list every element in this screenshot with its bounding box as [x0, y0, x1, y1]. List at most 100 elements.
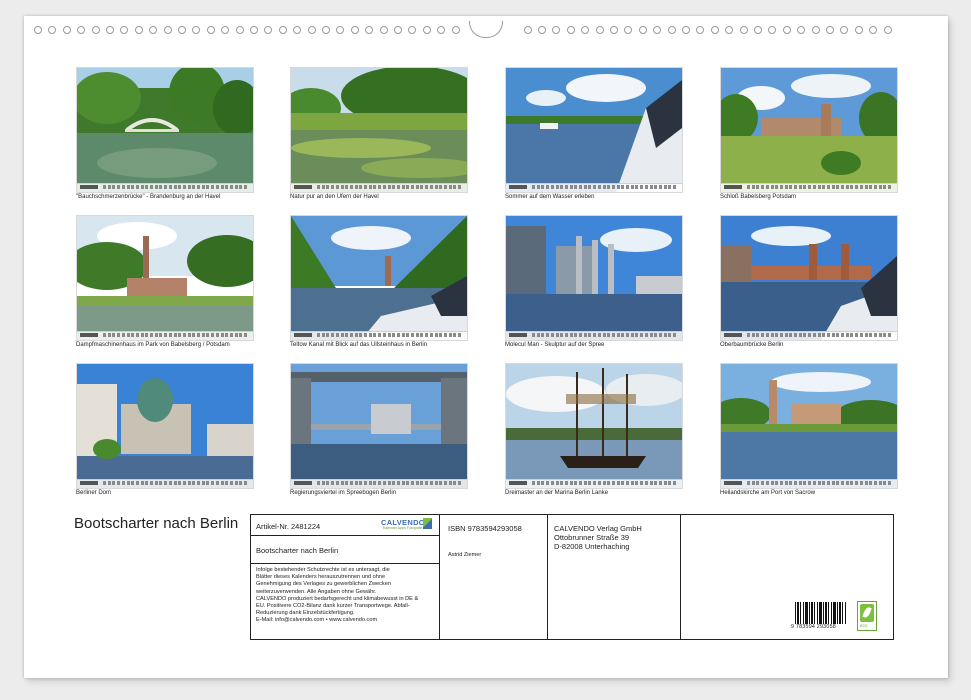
- calendar-day-mark: [117, 185, 121, 189]
- calendar-day-mark: [387, 185, 391, 189]
- calendar-day-mark: [215, 333, 219, 337]
- calendar-day-mark: [864, 481, 868, 485]
- calendar-day-mark: [326, 185, 330, 189]
- calendar-day-mark: [564, 333, 568, 337]
- calendar-day-mark: [775, 185, 779, 189]
- calendar-day-strip: [721, 331, 897, 340]
- calendar-day-mark: [458, 481, 461, 485]
- eco-label: eco: [860, 623, 868, 628]
- calendar-day-mark: [770, 185, 774, 189]
- calendar-day-mark: [415, 481, 419, 485]
- calendar-day-mark: [803, 185, 807, 189]
- calendar-day-mark: [541, 333, 545, 337]
- binding-hole: [62, 26, 71, 34]
- calendar-day-mark: [150, 481, 153, 485]
- calendar-day-mark: [182, 333, 186, 337]
- calendar-day-mark: [747, 481, 750, 485]
- calendar-day-mark: [536, 333, 540, 337]
- calendar-day-mark: [845, 481, 849, 485]
- binding-hole: [192, 26, 201, 34]
- calendar-day-mark: [532, 185, 535, 189]
- calendar-day-mark: [569, 333, 573, 337]
- binding-hole: [34, 26, 42, 34]
- calendar-day-mark: [234, 481, 238, 485]
- calendar-day-mark: [635, 481, 639, 485]
- calendar-day-mark: [131, 481, 135, 485]
- calendar-day-mark: [607, 185, 611, 189]
- text-line: Genehmigung des Verlages zu gewerblichen…: [256, 581, 391, 588]
- binding-hole: [278, 26, 287, 34]
- calendar-day-mark: [364, 185, 367, 189]
- calendar-day-mark: [630, 185, 634, 189]
- calendar-day-mark: [145, 333, 149, 337]
- binding-hole: [120, 26, 129, 34]
- calendar-day-mark: [335, 333, 339, 337]
- calendar-day-mark: [663, 481, 667, 485]
- calendar-day-mark: [317, 333, 320, 337]
- calendar-day-mark: [201, 185, 205, 189]
- calendar-day-mark: [458, 185, 461, 189]
- calendar-day-mark: [168, 481, 172, 485]
- calendar-day-mark: [873, 481, 877, 485]
- calendar-day-strip: [721, 183, 897, 192]
- calendar-day-mark: [239, 481, 243, 485]
- calendar-day-mark: [616, 333, 620, 337]
- calendar-day-mark: [817, 185, 821, 189]
- calendar-day-mark: [649, 185, 653, 189]
- calendar-day-mark: [756, 333, 760, 337]
- calendar-day-mark: [597, 481, 601, 485]
- calendar-day-mark: [668, 333, 672, 337]
- calendar-day-mark: [658, 481, 662, 485]
- calendar-day-mark: [349, 481, 353, 485]
- calendar-day-mark: [340, 481, 344, 485]
- calendar-day-mark: [121, 185, 125, 189]
- binding-hole: [869, 26, 878, 34]
- calendar-day-mark: [429, 185, 433, 189]
- calendar-day-mark: [178, 185, 182, 189]
- calendar-day-mark: [859, 185, 863, 189]
- binding-hole: [840, 26, 849, 34]
- calendar-day-mark: [574, 333, 578, 337]
- calendar-day-mark: [411, 481, 414, 485]
- calendar-day-mark: [154, 481, 158, 485]
- binding-hole: [696, 26, 705, 34]
- binding-hole: [322, 26, 330, 34]
- binding-hole: [854, 26, 863, 34]
- binding-hole: [48, 26, 57, 34]
- calendar-day-mark: [761, 481, 765, 485]
- calendar-day-mark: [392, 333, 396, 337]
- photo-caption: Berliner Dom: [76, 490, 112, 496]
- calendar-day-mark: [579, 333, 582, 337]
- binding-hole: [638, 26, 647, 34]
- calendar-day-mark: [220, 333, 224, 337]
- calendar-day-mark: [321, 333, 325, 337]
- calendar-day-mark: [850, 481, 854, 485]
- calendar-day-mark: [779, 481, 783, 485]
- binding-hole: [624, 26, 633, 34]
- calendar-day-mark: [443, 333, 447, 337]
- photo-heilandskirche: [720, 363, 898, 489]
- calendar-day-mark: [145, 481, 149, 485]
- calendar-day-mark: [747, 333, 750, 337]
- calendar-day-mark: [164, 333, 168, 337]
- calendar-day-mark: [345, 481, 349, 485]
- photo-caption: Oberbaumbrücke Berlin: [720, 342, 784, 348]
- calendar-day-mark: [789, 185, 793, 189]
- binding-hole: [610, 26, 618, 34]
- binding-hole: [437, 26, 446, 34]
- calendar-day-mark: [822, 481, 826, 485]
- binding-hole: [595, 26, 604, 34]
- calendar-day-mark: [812, 333, 816, 337]
- calendar-day-mark: [373, 185, 377, 189]
- binding-hole: [581, 26, 590, 34]
- calendar-title: Bootscharter nach Berlin: [74, 515, 239, 532]
- text-line: D-82008 Unterhaching: [554, 542, 630, 551]
- calendar-day-mark: [234, 333, 238, 337]
- calendar-day-mark: [411, 333, 414, 337]
- calendar-day-mark: [855, 185, 859, 189]
- calendar-day-mark: [798, 185, 802, 189]
- calendar-back-page: "Bauchschmerzenbrücke" - Brandenburg an …: [24, 16, 948, 678]
- calendar-day-mark: [869, 481, 873, 485]
- calendar-day-mark: [635, 185, 639, 189]
- binding-hole: [134, 26, 143, 34]
